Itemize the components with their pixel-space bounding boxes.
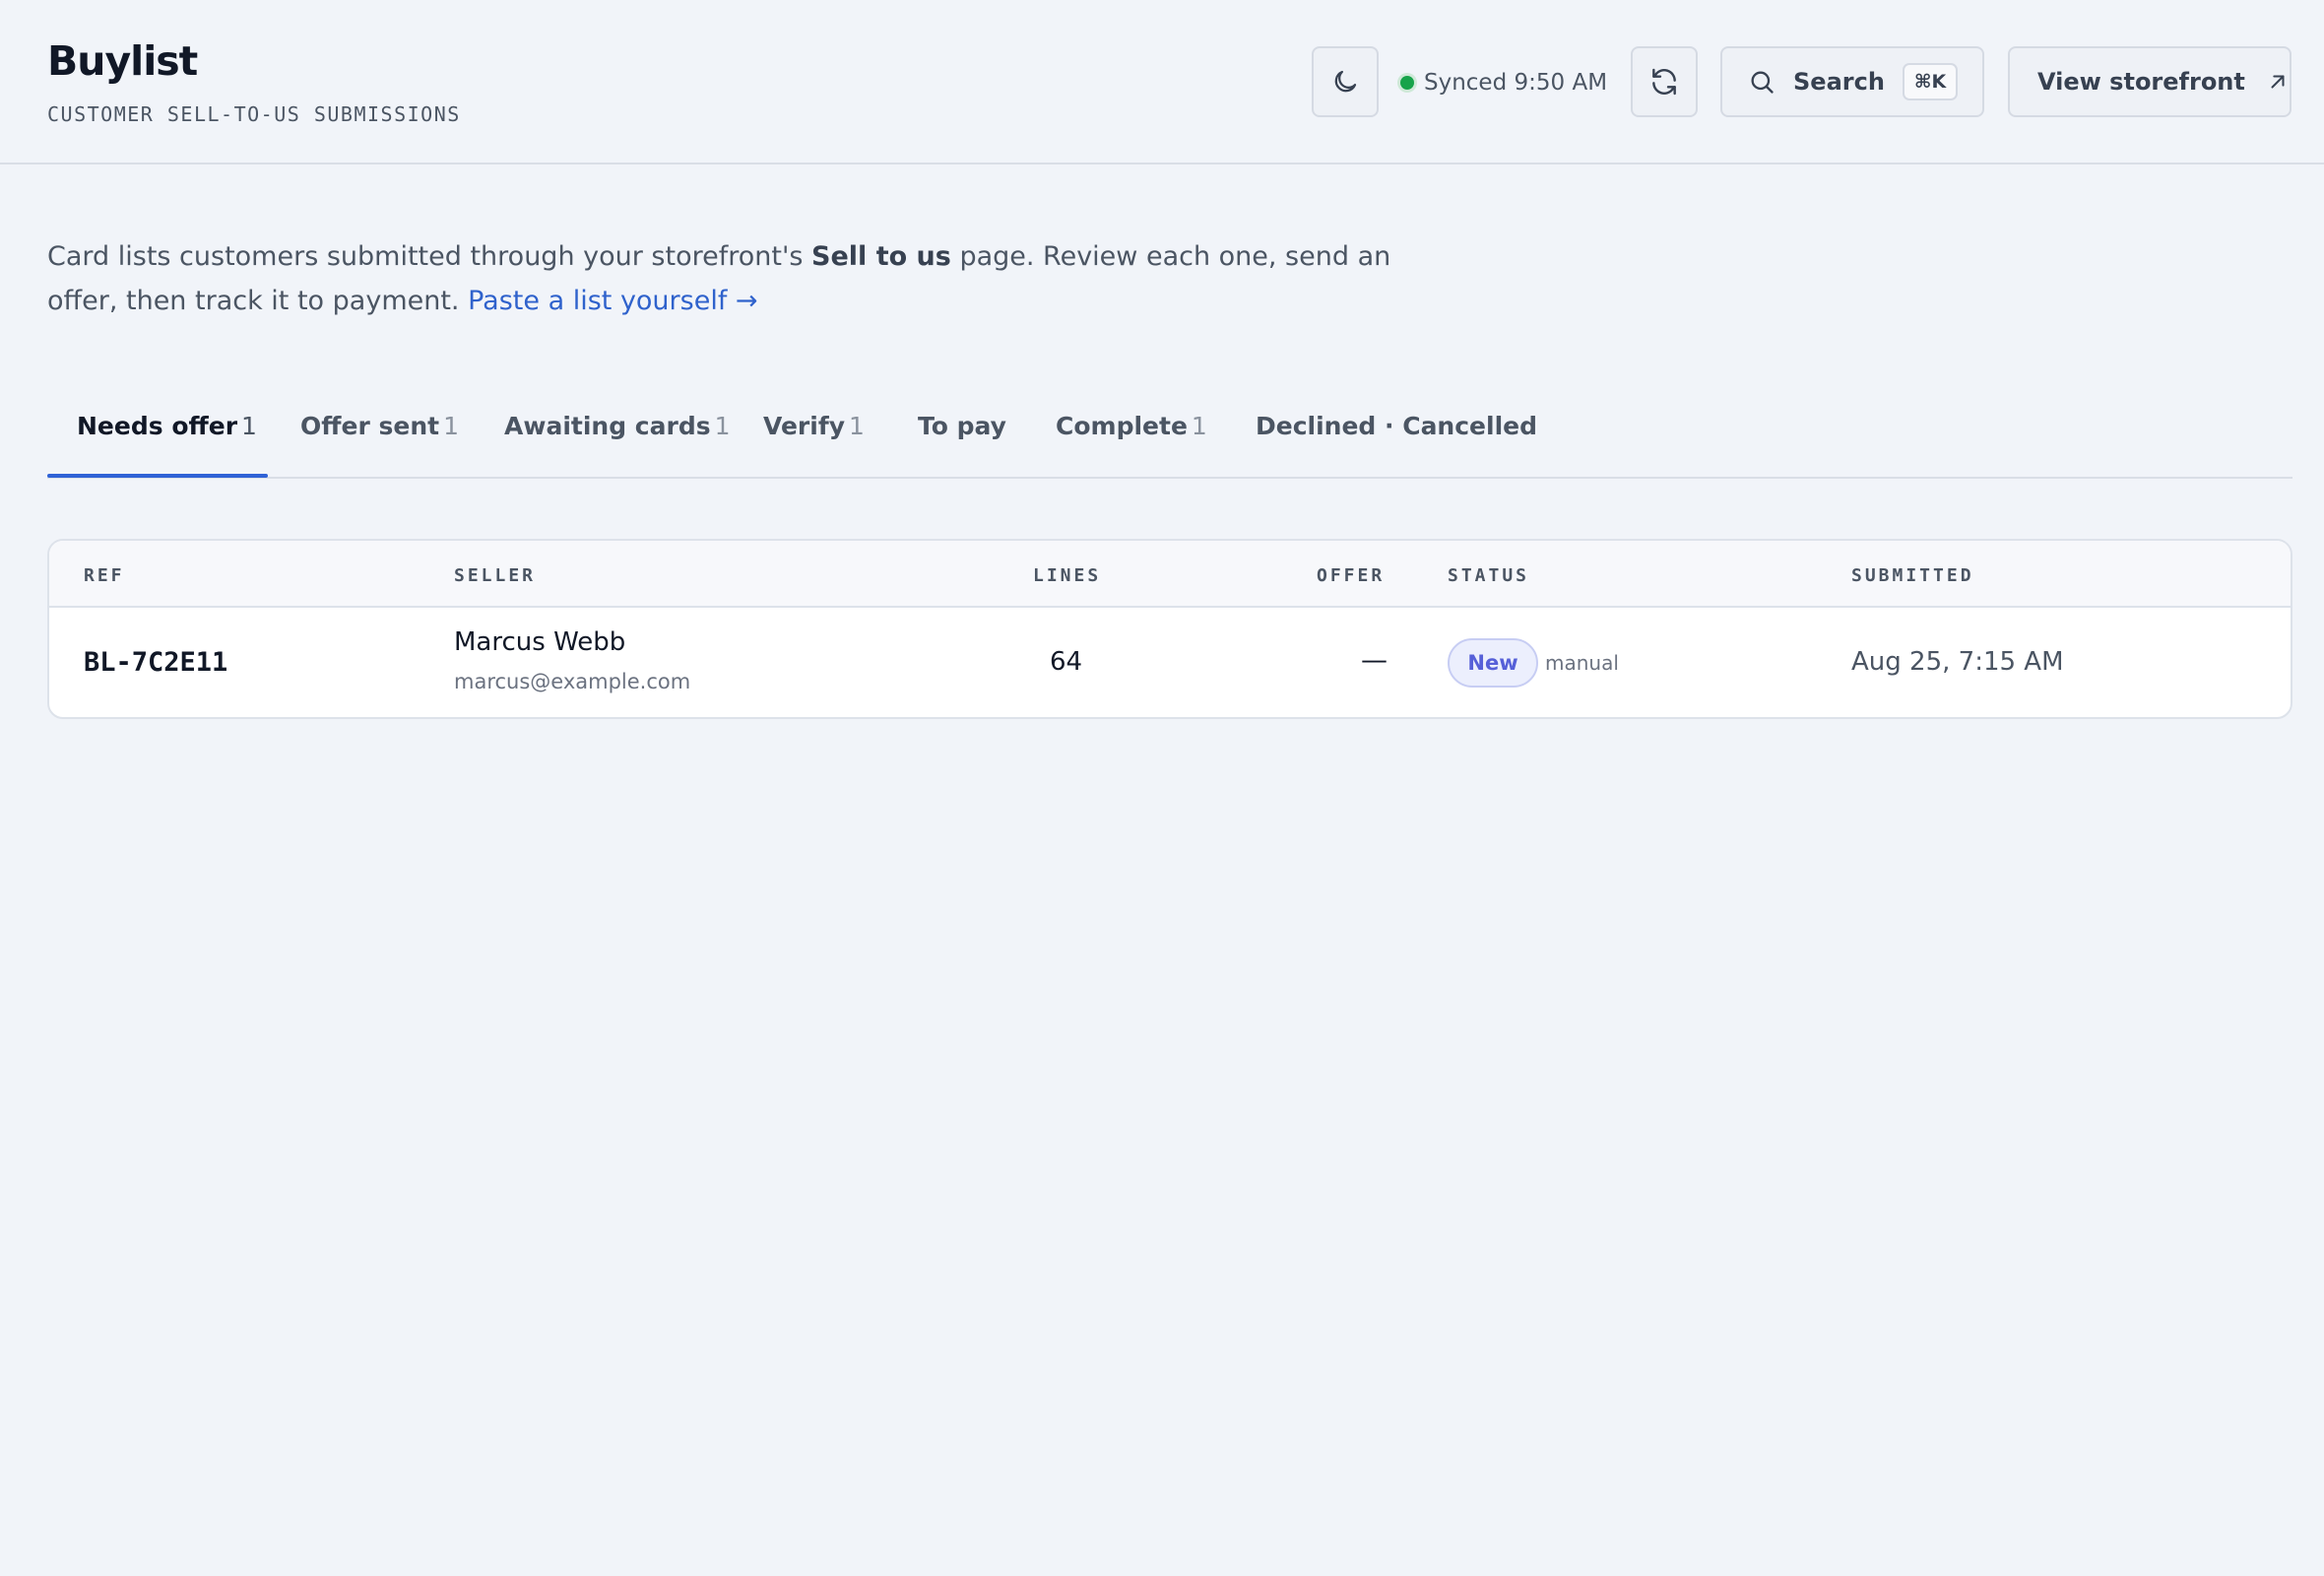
view-storefront-label: View storefront xyxy=(2037,68,2245,96)
column-header-submitted: SUBMITTED xyxy=(1851,565,1974,586)
intro-bold-text: Sell to us xyxy=(811,241,951,272)
tab-label: Declined · Cancelled xyxy=(1256,412,1537,440)
offer-value: — xyxy=(1361,645,1388,676)
active-tab-indicator xyxy=(47,474,268,478)
external-link-arrow-icon xyxy=(2271,75,2285,89)
tab-complete[interactable]: Complete 1 xyxy=(1056,392,1207,479)
intro-description: Card lists customers submitted through y… xyxy=(47,234,1465,323)
paste-list-link[interactable]: Paste a list yourself → xyxy=(468,286,757,316)
column-header-status: STATUS xyxy=(1448,565,1530,586)
status-badge: New xyxy=(1448,638,1538,688)
search-icon xyxy=(1751,71,1774,94)
sync-status: Synced 9:50 AM xyxy=(1400,65,1607,100)
refresh-icon xyxy=(1652,68,1676,96)
tab-to-pay[interactable]: To pay xyxy=(918,392,1010,479)
tab-label: Needs offer xyxy=(77,412,238,440)
moon-icon xyxy=(1334,70,1357,93)
page-title: Buylist xyxy=(47,37,198,85)
submitted-date: Aug 25, 7:15 AM xyxy=(1851,647,2064,677)
table-header: REF SELLER LINES OFFER STATUS SUBMITTED xyxy=(49,541,2291,608)
tab-count: 1 xyxy=(241,412,257,440)
submission-ref: BL-7C2E11 xyxy=(84,647,228,678)
tab-needs-offer[interactable]: Needs offer 1 xyxy=(77,392,257,479)
refresh-button[interactable] xyxy=(1631,46,1698,117)
tab-label: Complete xyxy=(1056,412,1188,440)
column-header-lines: LINES xyxy=(1033,565,1102,586)
seller-email: marcus@example.com xyxy=(454,670,691,693)
search-label: Search xyxy=(1793,68,1885,96)
view-storefront-button[interactable]: View storefront xyxy=(2008,46,2292,117)
column-header-ref: REF xyxy=(84,565,125,586)
tab-label: Awaiting cards xyxy=(504,412,711,440)
tab-awaiting-cards[interactable]: Awaiting cards 1 xyxy=(504,392,731,479)
tab-count: 1 xyxy=(714,412,731,440)
tab-count: 1 xyxy=(1191,412,1207,440)
submissions-table: REF SELLER LINES OFFER STATUS SUBMITTED … xyxy=(47,539,2292,719)
tab-label: Offer sent xyxy=(300,412,440,440)
line-count: 64 xyxy=(1050,647,1083,677)
sync-dot-icon xyxy=(1400,76,1414,90)
intro-text-start: Card lists customers submitted through y… xyxy=(47,241,812,272)
tab-count: 1 xyxy=(849,412,865,440)
tab-offer-sent[interactable]: Offer sent 1 xyxy=(300,392,459,479)
column-header-seller: SELLER xyxy=(454,565,537,586)
sync-status-text: Synced 9:50 AM xyxy=(1424,70,1608,96)
tab-declined-cancelled[interactable]: Declined · Cancelled xyxy=(1256,392,1541,479)
status-tabs: Needs offer 1 Offer sent 1 Awaiting cards 1… xyxy=(47,392,2292,479)
page-header: Buylist CUSTOMER SELL-TO-US SUBMISSIONS … xyxy=(0,0,2324,164)
tab-verify[interactable]: Verify 1 xyxy=(763,392,865,479)
tab-label: Verify xyxy=(763,412,846,440)
table-row[interactable]: BL-7C2E11 Marcus Webb marcus@example.com… xyxy=(49,610,2291,717)
column-header-offer: OFFER xyxy=(1317,565,1386,586)
theme-toggle-button[interactable] xyxy=(1312,46,1379,117)
page-subtitle: CUSTOMER SELL-TO-US SUBMISSIONS xyxy=(47,102,461,126)
status-source: manual xyxy=(1545,651,1619,675)
search-shortcut-badge: ⌘K xyxy=(1902,63,1959,100)
tab-count: 1 xyxy=(443,412,459,440)
search-button[interactable]: Search ⌘K xyxy=(1720,46,1984,117)
seller-name: Marcus Webb xyxy=(454,627,626,657)
tab-label: To pay xyxy=(918,412,1006,440)
